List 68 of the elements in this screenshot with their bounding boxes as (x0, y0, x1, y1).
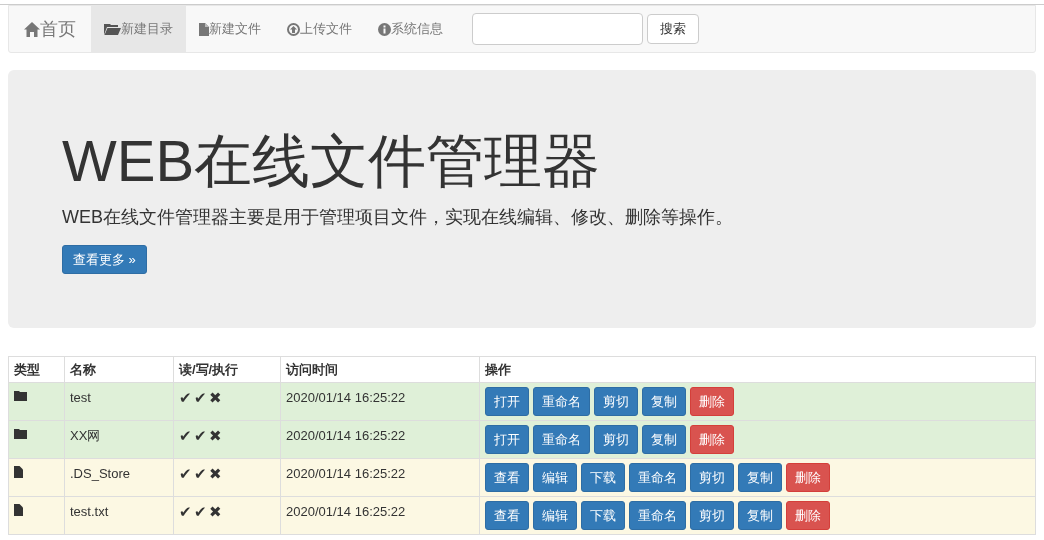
permission-mark: ✔ (194, 502, 207, 522)
permission-mark: ✔ (194, 464, 207, 484)
info-icon (378, 22, 391, 36)
file-name: .DS_Store (64, 458, 174, 497)
delete-button[interactable]: 删除 (690, 425, 734, 454)
nav-link[interactable]: 新建目录 (91, 6, 186, 52)
access-time: 2020/01/14 16:25:22 (280, 458, 480, 497)
action-button[interactable]: 重命名 (629, 501, 686, 530)
folder-icon (14, 428, 27, 439)
nav-link[interactable]: 上传文件 (274, 6, 365, 52)
permission-mark: ✔ (179, 502, 192, 522)
delete-button[interactable]: 删除 (786, 501, 830, 530)
home-link[interactable]: 首页 (14, 6, 91, 52)
action-button[interactable]: 编辑 (533, 501, 577, 530)
delete-button[interactable]: 删除 (690, 387, 734, 416)
delete-button[interactable]: 删除 (786, 463, 830, 492)
file-name: test (64, 382, 174, 421)
permission-mark: ✖ (209, 502, 222, 522)
home-icon (24, 21, 40, 37)
upload-icon (287, 22, 300, 36)
column-header: 访问时间 (280, 356, 480, 383)
search-field[interactable] (472, 13, 643, 45)
action-button[interactable]: 打开 (485, 425, 529, 454)
access-time: 2020/01/14 16:25:22 (280, 420, 480, 459)
more-button[interactable]: 查看更多 » (62, 245, 147, 274)
action-button[interactable]: 复制 (642, 425, 686, 454)
permission-mark: ✔ (179, 426, 192, 446)
action-button[interactable]: 剪切 (594, 387, 638, 416)
folder-icon (14, 390, 27, 401)
action-button[interactable]: 下载 (581, 463, 625, 492)
nav-link[interactable]: 系统信息 (365, 6, 456, 52)
file-name: XX网 (64, 420, 174, 459)
action-button[interactable]: 复制 (738, 463, 782, 492)
permission-mark: ✖ (209, 426, 222, 446)
action-button[interactable]: 打开 (485, 387, 529, 416)
action-button[interactable]: 重命名 (533, 387, 590, 416)
search-button[interactable]: 搜索 (647, 14, 699, 44)
action-button[interactable]: 查看 (485, 501, 529, 530)
action-button[interactable]: 编辑 (533, 463, 577, 492)
description: WEB在线文件管理器主要是用于管理项目文件，实现在线编辑、修改、删除等操作。 (62, 206, 734, 229)
permission-mark: ✔ (194, 426, 207, 446)
action-button[interactable]: 重命名 (533, 425, 590, 454)
action-button[interactable]: 下载 (581, 501, 625, 530)
file-icon (14, 504, 23, 516)
action-button[interactable]: 复制 (738, 501, 782, 530)
column-header: 名称 (64, 356, 174, 383)
column-header: 读/写/执行 (173, 356, 281, 383)
folder-icon (104, 23, 121, 35)
column-header: 类型 (8, 356, 65, 383)
action-button[interactable]: 剪切 (594, 425, 638, 454)
page-title: WEB在线文件管理器 (62, 128, 602, 194)
action-button[interactable]: 复制 (642, 387, 686, 416)
access-time: 2020/01/14 16:25:22 (280, 496, 480, 535)
permission-mark: ✔ (194, 388, 207, 408)
file-icon (199, 22, 209, 36)
permission-mark: ✔ (179, 388, 192, 408)
permission-mark: ✖ (209, 388, 222, 408)
action-button[interactable]: 查看 (485, 463, 529, 492)
permission-mark: ✔ (179, 464, 192, 484)
action-button[interactable]: 剪切 (690, 501, 734, 530)
action-button[interactable]: 重命名 (629, 463, 686, 492)
permission-mark: ✖ (209, 464, 222, 484)
column-header: 操作 (479, 356, 1036, 383)
action-button[interactable]: 剪切 (690, 463, 734, 492)
file-name: test.txt (64, 496, 174, 535)
access-time: 2020/01/14 16:25:22 (280, 382, 480, 421)
file-icon (14, 466, 23, 478)
nav-link[interactable]: 新建文件 (186, 6, 274, 52)
